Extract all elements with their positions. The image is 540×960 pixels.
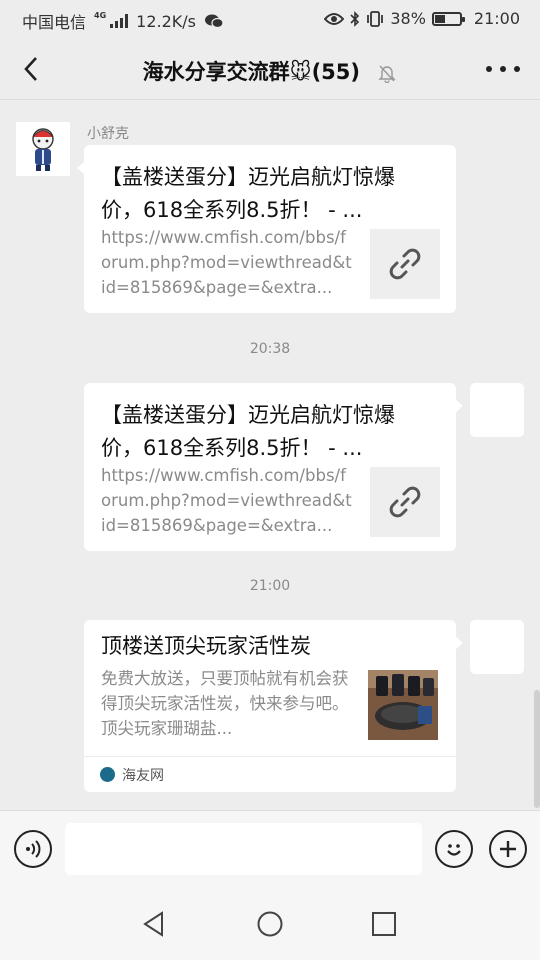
chat-header: 海水分享交流群🐭(55) <box>0 38 540 100</box>
more-dots-icon <box>486 66 492 72</box>
status-bar: 中国电信 4G 12.2K/s 38% 21:00 <box>0 0 540 38</box>
link-icon <box>389 486 421 518</box>
wechat-icon <box>205 14 224 29</box>
nav-home-button[interactable] <box>254 908 286 940</box>
bell-off-icon <box>378 65 397 83</box>
card-title: 【盖楼送蛋分】迈光启航灯惊爆价，618全系列8.5折！ - ... <box>101 403 395 460</box>
article-source: 海友网 <box>84 756 456 792</box>
sender-name: 小舒克 <box>87 126 129 142</box>
square-recent-icon <box>372 912 396 936</box>
eye-icon <box>324 12 345 25</box>
link-card[interactable]: 【盖楼送蛋分】迈光启航灯惊爆价，618全系列8.5折！ - ... https:… <box>84 383 463 551</box>
chat-area[interactable]: 小舒克 【盖楼送蛋分】迈光启航灯惊爆价，618全系列8.5折！ - ... ht… <box>0 100 540 810</box>
more-dot <box>500 66 506 72</box>
battery-percent: 38% <box>390 9 426 28</box>
signal-icon <box>110 14 129 28</box>
circle-home-icon <box>257 911 283 937</box>
link-icon <box>389 248 421 280</box>
self-avatar[interactable] <box>470 383 524 437</box>
chat-title-wrap: 海水分享交流群🐭(55) <box>0 56 540 86</box>
voice-icon <box>26 840 41 858</box>
timestamp: 21:00 <box>249 578 291 594</box>
card-title: 【盖楼送蛋分】迈光启航灯惊爆价，618全系列8.5折！ - ... <box>101 165 395 222</box>
card-title: 顶楼送顶尖玩家活性炭 <box>101 634 311 658</box>
nav-back-button[interactable] <box>138 908 170 940</box>
self-avatar[interactable] <box>470 620 524 674</box>
scrollbar[interactable] <box>534 690 540 808</box>
battery-icon <box>431 11 465 26</box>
system-nav-bar <box>0 890 540 960</box>
voice-button[interactable] <box>14 830 52 868</box>
chat-title: 海水分享交流群🐭(55) <box>142 60 360 84</box>
emoji-button[interactable] <box>435 830 473 868</box>
link-card[interactable]: 【盖楼送蛋分】迈光启航灯惊爆价，618全系列8.5折！ - ... https:… <box>77 145 456 313</box>
more-button[interactable] <box>486 54 520 84</box>
link-thumbnail <box>370 467 440 537</box>
bubble-tail <box>77 161 85 175</box>
bubble-tail <box>455 399 463 413</box>
article-card[interactable]: 顶楼送顶尖玩家活性炭 免费大放送，只要顶帖就有机会获得顶尖玩家活性炭，快来参与吧… <box>84 620 463 792</box>
input-bar <box>0 810 540 890</box>
source-name: 海友网 <box>122 768 164 784</box>
network-type: 4G <box>94 11 107 20</box>
avatar[interactable] <box>16 122 70 176</box>
message-input[interactable] <box>65 823 422 875</box>
bubble-tail <box>455 636 463 650</box>
activated-carbon-photo-icon <box>368 670 438 740</box>
carrier-label: 中国电信 <box>22 13 87 32</box>
article-thumbnail <box>368 670 438 740</box>
clock: 21:00 <box>473 9 520 28</box>
link-thumbnail <box>370 229 440 299</box>
plus-icon <box>500 841 516 857</box>
vibrate-icon <box>367 10 384 27</box>
nav-recent-button[interactable] <box>368 908 400 940</box>
add-button[interactable] <box>489 830 527 868</box>
emoji-icon <box>447 844 461 856</box>
triangle-back-icon <box>143 911 163 937</box>
card-description: https://www.cmfish.com/bbs/forum.php?mod… <box>101 466 352 535</box>
cartoon-pilot-avatar-icon <box>16 122 70 176</box>
timestamp: 20:38 <box>249 341 291 357</box>
more-dot <box>514 66 520 72</box>
bluetooth-icon <box>350 10 360 27</box>
site-logo-icon <box>100 767 115 782</box>
card-description: https://www.cmfish.com/bbs/forum.php?mod… <box>101 228 352 297</box>
card-description: 免费大放送，只要顶帖就有机会获得顶尖玩家活性炭，快来参与吧。顶尖玩家珊瑚盐... <box>101 669 349 738</box>
network-speed: 12.2K/s <box>136 11 196 31</box>
